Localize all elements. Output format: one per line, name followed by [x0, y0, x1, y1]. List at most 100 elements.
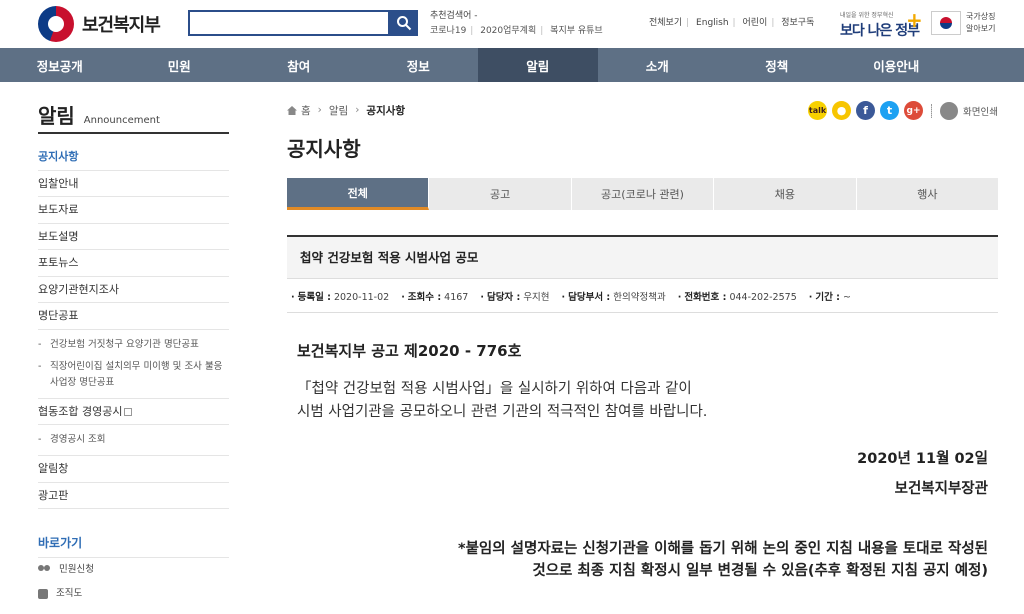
sidebar-item-alarm[interactable]: 알림창 — [38, 456, 229, 483]
util-link-sitemap[interactable]: 전체보기 — [649, 18, 682, 28]
sidebar-subitem[interactable]: 건강보험 거짓청구 요양기관 명단공표 — [38, 334, 229, 356]
meta-value: 우지현 — [523, 291, 550, 303]
gnb-item-about[interactable]: 소개 — [598, 48, 718, 82]
share-tools: talk ● f t g+ 화면인쇄 — [803, 101, 998, 120]
article: 첩약 건강보험 적용 시범사업 공모 등록일 : 2020-11-02 조회수 … — [287, 235, 998, 582]
taegeuk-logo-icon — [38, 6, 74, 42]
sidebar-item-notice[interactable]: 공지사항 — [38, 144, 229, 171]
recommend-title: 추천검색어 - — [430, 11, 478, 21]
sidebar-title-en: Announcement — [83, 115, 160, 126]
kakaostory-icon[interactable]: ● — [832, 101, 852, 120]
breadcrumb-home[interactable]: 홈 — [301, 103, 311, 118]
national-symbol-line1: 국가상징 — [966, 12, 996, 21]
gnb-item-guide[interactable]: 이용안내 — [837, 48, 957, 82]
print-label: 화면인쇄 — [963, 106, 998, 118]
footnote-line: 것으로 최종 지침 확정시 일부 변경될 수 있음(추후 확정된 지침 공지 예… — [532, 563, 988, 579]
quick-links-title: 바로가기 — [38, 534, 229, 558]
better-government-banner[interactable]: 내일을 위한 정부혁신 보다 나은 정부 + — [840, 8, 923, 40]
sidebar-item-inspection[interactable]: 요양기관현지조사 — [38, 277, 229, 303]
tab-all[interactable]: 전체 — [287, 178, 430, 210]
gnb-item-participation[interactable]: 참여 — [239, 48, 359, 82]
sidebar-title-ko: 알림 — [38, 104, 75, 128]
print-button[interactable]: 화면인쇄 — [940, 101, 998, 120]
meta-dept: 담당부서 : 한의약정책과 — [562, 289, 666, 303]
sidebar-item-coop-label: 협동조합 경영공시 — [38, 404, 123, 418]
chevron-right-icon: › — [355, 104, 360, 116]
tab-announcement[interactable]: 공고 — [429, 178, 572, 210]
sidebar-item-list-disclosure[interactable]: 명단공표 — [38, 303, 229, 330]
meta-value: 044-202-2575 — [729, 291, 797, 303]
printer-icon — [940, 101, 959, 120]
sidebar-item-press-explain[interactable]: 보도설명 — [38, 224, 229, 250]
chevron-right-icon: › — [317, 104, 322, 116]
meta-label: 담당자 : — [486, 291, 521, 303]
sidebar-item-ad[interactable]: 광고판 — [38, 483, 229, 509]
tab-recruit[interactable]: 채용 — [714, 178, 857, 210]
sidebar-subgroup: 건강보험 거짓청구 요양기관 명단공표 직장어린이집 설치의무 미이행 및 조사… — [38, 330, 229, 399]
page-title: 공지사항 — [287, 137, 361, 161]
breadcrumb-level1[interactable]: 알림 — [329, 103, 348, 118]
global-nav: 정보공개 민원 참여 정보 알림 소개 정책 이용안내 — [0, 48, 1024, 82]
util-link-english[interactable]: English — [696, 18, 729, 28]
sidebar-item-press[interactable]: 보도자료 — [38, 197, 229, 224]
utility-links: 전체보기 | English | 어린이 | 정보구독 — [649, 18, 815, 28]
gnb-item-info[interactable]: 정보 — [359, 48, 479, 82]
facebook-icon[interactable]: f — [856, 101, 876, 120]
util-link-kids[interactable]: 어린이 — [742, 18, 767, 28]
gnb-item-civil[interactable]: 민원 — [120, 48, 240, 82]
notice-number: 보건복지부 공고 제2020 - 776호 — [297, 342, 522, 360]
site-header: 보건복지부 추천검색어 - 코로나19 | 2020업무계획 | 복지부 유튜브 전… — [0, 0, 1024, 48]
tab-announcement-covid[interactable]: 공고(코로나 관련) — [571, 178, 715, 210]
people-icon — [38, 565, 51, 575]
logo-text: 보건복지부 — [82, 15, 161, 36]
flag-emblem — [940, 17, 952, 29]
breadcrumb-current: 공지사항 — [366, 104, 406, 117]
sidebar-item-photo-news[interactable]: 포토뉴스 — [38, 250, 229, 277]
plus-icon: + — [906, 8, 923, 32]
article-meta: 등록일 : 2020-11-02 조회수 : 4167 담당자 : 우지현 담당… — [287, 279, 998, 313]
article-paragraph: 「첩약 건강보험 적용 시범사업」을 실시하기 위하여 다음과 같이 시범 사업… — [297, 378, 988, 424]
recommend-link[interactable]: 2020업무계획 — [480, 26, 536, 36]
meta-period: 기간 : ~ — [809, 289, 851, 303]
meta-label: 등록일 : — [297, 291, 331, 303]
sidebar-item-bid[interactable]: 입찰안내 — [38, 171, 229, 197]
googleplus-icon[interactable]: g+ — [904, 101, 924, 120]
kakaotalk-icon[interactable]: talk — [808, 101, 828, 120]
quick-link-label: 조직도 — [56, 588, 83, 599]
quick-link-org[interactable]: 조직도 — [38, 582, 229, 606]
gnb-item-info-open[interactable]: 정보공개 — [0, 48, 120, 82]
site-logo[interactable]: 보건복지부 — [38, 6, 161, 42]
sidebar-menu: 공지사항 입찰안내 보도자료 보도설명 포토뉴스 요양기관현지조사 명단공표 건… — [38, 144, 229, 509]
search-input[interactable] — [188, 10, 390, 36]
sidebar-subgroup: 경영공시 조회 — [38, 425, 229, 456]
collapse-icon — [124, 407, 133, 416]
recommend-link[interactable]: 복지부 유튜브 — [550, 26, 603, 36]
recommend-link[interactable]: 코로나19 — [430, 26, 466, 36]
quick-link-label: 민원신청 — [59, 564, 94, 575]
better-gov-small-text: 내일을 위한 정부혁신 — [840, 12, 894, 19]
meta-value: 4167 — [444, 291, 469, 303]
util-link-subscribe[interactable]: 정보구독 — [781, 18, 814, 28]
meta-manager: 담당자 : 우지현 — [480, 289, 550, 303]
meta-phone: 전화번호 : 044-202-2575 — [678, 289, 797, 303]
footnote-line: *붙임의 설명자료는 신청기관을 이해를 돕기 위해 논의 중인 지침 내용을 … — [457, 541, 988, 557]
meta-value: ~ — [842, 291, 851, 303]
quick-link-civil[interactable]: 민원신청 — [38, 558, 229, 582]
search-button[interactable] — [390, 10, 418, 36]
meta-value: 2020-11-02 — [333, 291, 390, 303]
tab-event[interactable]: 행사 — [856, 178, 999, 210]
gnb-item-policy[interactable]: 정책 — [717, 48, 837, 82]
twitter-icon[interactable]: t — [880, 101, 900, 120]
sidebar-subitem[interactable]: 경영공시 조회 — [38, 429, 229, 451]
gnb-item-notice[interactable]: 알림 — [478, 48, 598, 82]
meta-label: 담당부서 : — [568, 291, 611, 303]
paragraph-line: 「첩약 건강보험 적용 시범사업」을 실시하기 위하여 다음과 같이 — [297, 381, 692, 397]
national-symbol-line2: 알아보기 — [966, 24, 996, 33]
national-symbol-link[interactable]: 국가상징 알아보기 — [966, 11, 995, 35]
home-icon[interactable] — [287, 105, 297, 115]
sidebar-item-coop[interactable]: 협동조합 경영공시 — [38, 399, 229, 425]
main-content: 홈 › 알림 › 공지사항 talk ● f t g+ 화면인쇄 공지사항 전체… — [287, 100, 999, 582]
sidebar-subitem[interactable]: 직장어린이집 설치의무 미이행 및 조사 불응 사업장 명단공표 — [38, 356, 229, 394]
sidebar-title: 알림 Announcement — [38, 100, 229, 134]
national-flag-icon[interactable] — [931, 11, 961, 35]
